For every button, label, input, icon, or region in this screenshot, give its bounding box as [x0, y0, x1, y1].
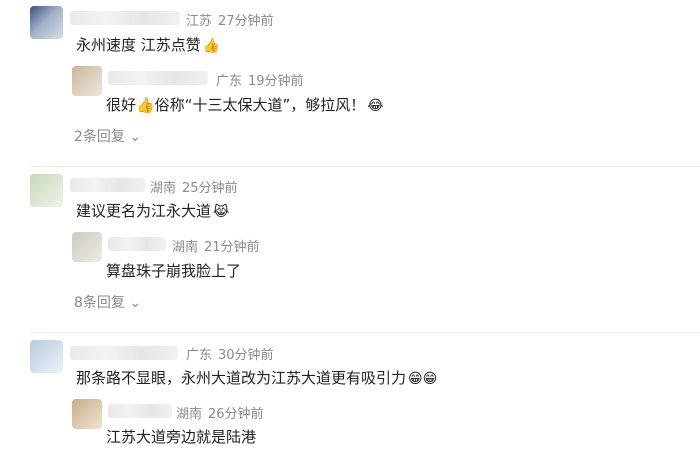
reply-text: 算盘珠子崩我脸上了: [106, 262, 242, 280]
location-label: 江苏: [186, 14, 213, 29]
username-blurred[interactable]: [108, 404, 172, 418]
grinning-icon: 😁😁: [408, 371, 438, 387]
timestamp: 30分钟前: [218, 348, 274, 363]
chevron-down-icon: ⌄: [124, 295, 142, 311]
comment-meta: 广东 30分钟前: [186, 344, 280, 363]
location-label: 湖南: [176, 407, 203, 422]
view-more-replies[interactable]: 8条回复 ⌄: [74, 292, 141, 312]
avatar[interactable]: [72, 232, 102, 262]
reply-meta: 广东 19分钟前: [216, 70, 310, 89]
username-blurred[interactable]: [70, 178, 145, 192]
comment-text: 永州速度 江苏点赞 👍: [76, 36, 221, 54]
timestamp: 27分钟前: [218, 14, 274, 29]
view-more-replies[interactable]: 2条回复 ⌄: [74, 126, 141, 146]
username-blurred[interactable]: [70, 11, 180, 25]
username-blurred[interactable]: [70, 346, 178, 360]
timestamp: 19分钟前: [248, 74, 304, 89]
avatar[interactable]: [30, 6, 63, 39]
comment-meta: 湖南 25分钟前: [150, 177, 244, 196]
avatar[interactable]: [72, 66, 102, 96]
username-blurred[interactable]: [108, 71, 208, 85]
timestamp: 26分钟前: [208, 407, 264, 422]
divider: [30, 166, 700, 167]
thumbs-up-icon: 👍: [202, 38, 221, 54]
comment-meta: 江苏 27分钟前: [186, 10, 280, 29]
username-blurred[interactable]: [108, 237, 166, 251]
comment-text: 建议更名为江永大道 😹: [76, 202, 230, 220]
avatar[interactable]: [30, 174, 63, 207]
location-label: 广东: [186, 348, 213, 363]
cat-laughing-icon: 😹: [213, 204, 230, 220]
reply-text: 很好👍俗称“十三太保大道”，够拉风！ 😂: [106, 96, 384, 114]
avatar[interactable]: [30, 340, 63, 373]
reply-meta: 湖南 21分钟前: [172, 236, 266, 255]
avatar[interactable]: [72, 399, 102, 429]
location-label: 湖南: [150, 181, 177, 196]
reply-text: 江苏大道旁边就是陆港: [106, 428, 257, 446]
chevron-down-icon: ⌄: [124, 129, 142, 145]
timestamp: 25分钟前: [182, 181, 238, 196]
timestamp: 21分钟前: [204, 240, 260, 255]
divider: [30, 332, 700, 333]
reply-meta: 湖南 26分钟前: [176, 403, 270, 422]
location-label: 湖南: [172, 240, 199, 255]
comment-text: 那条路不显眼，永州大道改为江苏大道更有吸引力 😁😁: [76, 369, 438, 387]
location-label: 广东: [216, 74, 243, 89]
laughing-icon: 😂: [367, 98, 384, 114]
